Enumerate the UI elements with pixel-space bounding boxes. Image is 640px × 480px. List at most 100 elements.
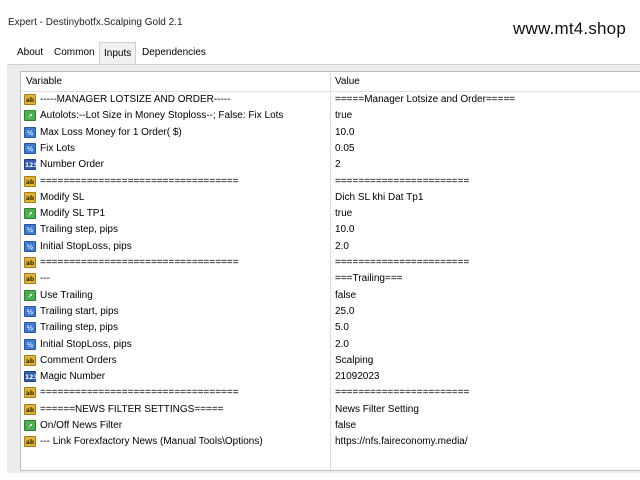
- table-row[interactable]: ½ Trailing start, pips 25.0: [21, 304, 640, 320]
- table-row[interactable]: ab ======NEWS FILTER SETTINGS===== News Fi…: [21, 402, 640, 418]
- variable-name: -----MANAGER LOTSIZE AND ORDER-----: [40, 94, 231, 105]
- variable-name: Magic Number: [40, 371, 106, 383]
- table-row[interactable]: ab Comment Orders Scalping: [21, 353, 640, 369]
- string-type-icon: ab: [24, 273, 36, 285]
- bool-type-icon: ↗: [24, 289, 36, 301]
- variable-name: Initial StopLoss, pips: [40, 338, 132, 350]
- table-row[interactable]: ab Modify SL Dich SL khi Dat Tp1: [21, 190, 640, 206]
- string-type-icon: ab: [24, 354, 36, 366]
- variable-name: Use Trailing: [40, 289, 93, 301]
- variable-value[interactable]: 10.0: [335, 224, 354, 235]
- variable-name: --- Link Forexfactory News (Manual Tools…: [40, 436, 263, 448]
- integer-type-icon: 123: [24, 159, 38, 171]
- variable-value[interactable]: 2.0: [335, 339, 349, 350]
- table-row[interactable]: ↗ Use Trailing false: [21, 288, 640, 304]
- string-type-icon: ab: [24, 436, 36, 448]
- column-header-variable[interactable]: Variable: [26, 76, 62, 87]
- string-type-icon: ab: [24, 403, 36, 415]
- variable-name: ======NEWS FILTER SETTINGS=====: [40, 403, 224, 415]
- table-row[interactable]: ab ================================== ====…: [21, 255, 640, 271]
- variable-name: Number Order: [40, 159, 104, 171]
- variable-value[interactable]: false: [335, 420, 356, 431]
- bool-type-icon: ↗: [24, 420, 36, 431]
- tab-inputs[interactable]: Inputs: [99, 42, 137, 65]
- integer-type-icon: 123: [24, 371, 38, 383]
- variable-value[interactable]: Scalping: [335, 355, 373, 366]
- variable-name: ==================================: [40, 387, 239, 399]
- table-row[interactable]: ab --- ===Trailing===: [21, 271, 640, 287]
- variable-value[interactable]: =======================: [335, 257, 469, 268]
- variable-name: Trailing step, pips: [40, 322, 118, 334]
- string-type-icon: ab: [24, 257, 36, 268]
- variable-value[interactable]: https://nfs.faireconomy.media/: [335, 436, 468, 447]
- variable-value[interactable]: false: [335, 290, 356, 301]
- table-row[interactable]: 123 Number Order 2: [21, 157, 640, 173]
- variable-name: Modify SL: [40, 191, 85, 203]
- variable-name: Fix Lots: [40, 142, 76, 154]
- variable-name: Max Loss Money for 1 Order( $): [40, 126, 182, 138]
- column-header-value[interactable]: Value: [335, 76, 360, 87]
- table-row[interactable]: ½ Max Loss Money for 1 Order( $) 10.0: [21, 125, 640, 141]
- variable-value[interactable]: 10.0: [335, 127, 354, 138]
- variable-value[interactable]: =====Manager Lotsize and Order=====: [335, 94, 515, 105]
- variable-value[interactable]: Dich SL khi Dat Tp1: [335, 192, 423, 203]
- variable-name: Trailing start, pips: [40, 305, 119, 317]
- table-row[interactable]: ½ Trailing step, pips 10.0: [21, 222, 640, 238]
- variable-value[interactable]: 21092023: [335, 371, 380, 382]
- bool-type-icon: ↗: [24, 208, 36, 220]
- string-type-icon: ab: [24, 191, 36, 203]
- inputs-panel: Variable Value ab -----MANAGER LOTSIZE AN…: [7, 64, 640, 473]
- bool-type-icon: ↗: [24, 110, 36, 122]
- table-row[interactable]: ½ Fix Lots 0.05: [21, 141, 640, 157]
- double-type-icon: ½: [24, 305, 36, 317]
- variable-name: ---: [40, 273, 50, 285]
- variable-name: On/Off News Filter: [40, 420, 123, 431]
- double-type-icon: ½: [24, 338, 36, 350]
- double-type-icon: ½: [24, 240, 36, 252]
- double-type-icon: ½: [24, 322, 36, 334]
- tab-about[interactable]: About: [13, 44, 47, 63]
- variable-value[interactable]: News Filter Setting: [335, 404, 419, 415]
- window-title: Expert - Destinybotfx.Scalping Gold 2.1: [8, 17, 183, 28]
- variable-value[interactable]: 25.0: [335, 306, 354, 317]
- double-type-icon: ½: [24, 126, 36, 138]
- table-row[interactable]: ab -----MANAGER LOTSIZE AND ORDER----- ===…: [21, 92, 640, 108]
- double-type-icon: ½: [24, 224, 36, 236]
- string-type-icon: ab: [24, 94, 36, 105]
- variable-value[interactable]: 2: [335, 159, 341, 170]
- table-row[interactable]: ↗ Modify SL TP1 true: [21, 206, 640, 222]
- double-type-icon: ½: [24, 142, 36, 154]
- tab-bar: About Common Inputs Dependencies: [0, 42, 640, 65]
- string-type-icon: ab: [24, 175, 36, 187]
- tab-dependencies[interactable]: Dependencies: [138, 44, 210, 63]
- variable-value[interactable]: 0.05: [335, 143, 354, 154]
- table-row[interactable]: ½ Trailing step, pips 5.0: [21, 320, 640, 336]
- variable-name: Comment Orders: [40, 354, 117, 366]
- variable-name: ==================================: [40, 175, 239, 187]
- variable-name: Trailing step, pips: [40, 224, 118, 236]
- variable-value[interactable]: 2.0: [335, 241, 349, 252]
- variable-name: ==================================: [40, 257, 239, 268]
- variable-name: Initial StopLoss, pips: [40, 240, 132, 252]
- variable-value[interactable]: =======================: [335, 176, 469, 187]
- table-row[interactable]: ½ Initial StopLoss, pips 2.0: [21, 337, 640, 353]
- variable-name: Autolots:--Lot Size in Money Stoploss--;…: [40, 110, 284, 122]
- watermark: www.mt4.shop: [513, 19, 626, 38]
- table-row[interactable]: ½ Initial StopLoss, pips 2.0: [21, 239, 640, 255]
- table-row[interactable]: ab --- Link Forexfactory News (Manual Too…: [21, 434, 640, 450]
- variable-value[interactable]: ===Trailing===: [335, 273, 402, 284]
- variable-value[interactable]: true: [335, 110, 352, 121]
- variable-name: Modify SL TP1: [40, 208, 106, 220]
- table-row[interactable]: ab ================================== ====…: [21, 385, 640, 401]
- table-row[interactable]: ab ================================== ====…: [21, 174, 640, 190]
- table-row[interactable]: ↗ Autolots:--Lot Size in Money Stoploss--…: [21, 108, 640, 124]
- inputs-table: Variable Value ab -----MANAGER LOTSIZE AN…: [20, 71, 640, 471]
- variable-value[interactable]: 5.0: [335, 322, 349, 333]
- table-row[interactable]: ↗ On/Off News Filter false: [21, 418, 640, 434]
- table-row[interactable]: 123 Magic Number 21092023: [21, 369, 640, 385]
- window-titlebar: Expert - Destinybotfx.Scalping Gold 2.1 …: [0, 0, 640, 44]
- variable-value[interactable]: =======================: [335, 387, 469, 398]
- string-type-icon: ab: [24, 387, 36, 399]
- tab-common[interactable]: Common: [50, 44, 99, 63]
- variable-value[interactable]: true: [335, 208, 352, 219]
